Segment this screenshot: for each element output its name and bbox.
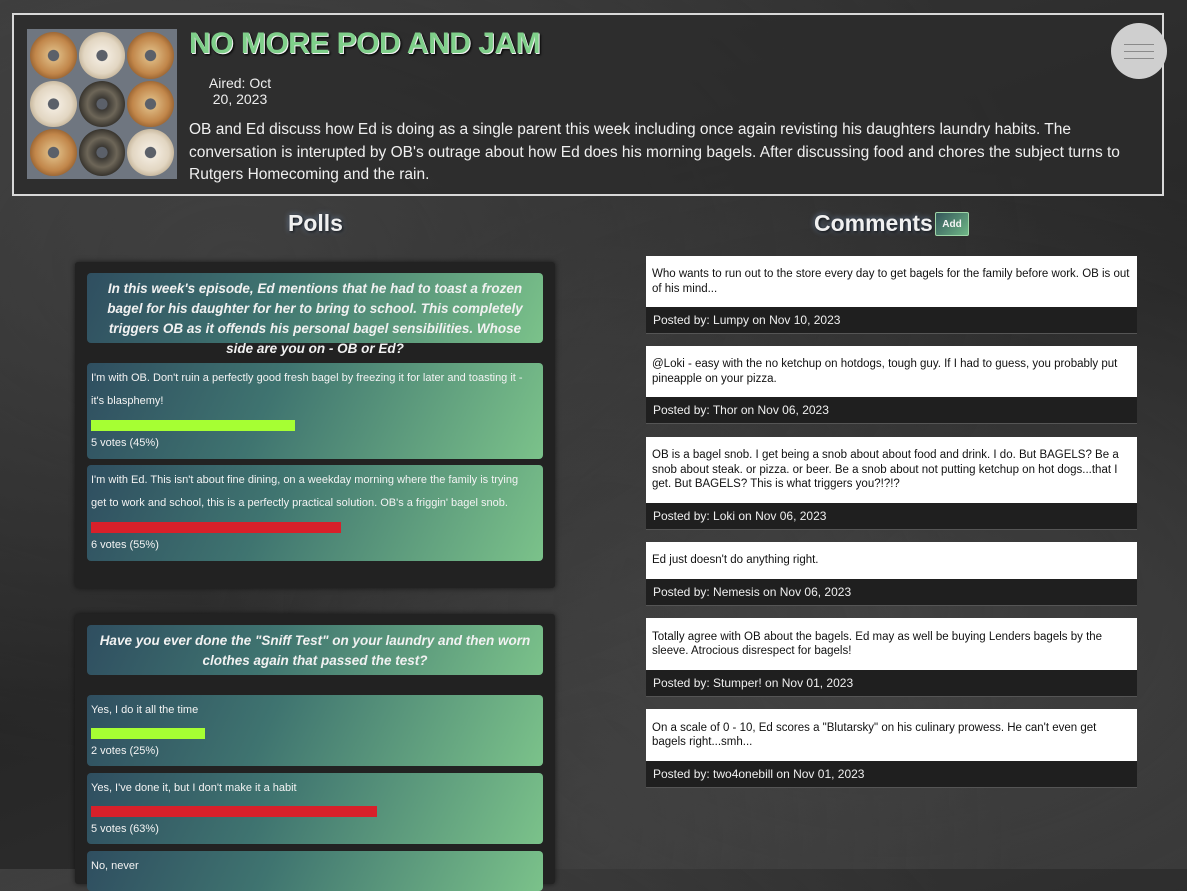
comment-text: Totally agree with OB about the bagels. … [646, 618, 1137, 670]
comment-footer: Posted by: Nemesis on Nov 06, 2023 [646, 579, 1137, 606]
bagel-image [127, 129, 174, 176]
bagel-image [30, 32, 77, 79]
bagel-image [127, 32, 174, 79]
poll-card: In this week's episode, Ed mentions that… [75, 262, 555, 588]
comment-card: OB is a bagel snob. I get being a snob a… [646, 437, 1137, 530]
comment-text: Ed just doesn't do anything right. [646, 542, 1137, 579]
poll-option-text: I'm with OB. Don't ruin a perfectly good… [91, 372, 523, 407]
polls-heading: Polls [288, 210, 343, 236]
comments-heading: Comments [814, 210, 933, 236]
vote-count: 6 votes (55%) [91, 539, 159, 551]
vote-bar [91, 522, 341, 533]
poll-option[interactable]: Yes, I've done it, but I don't make it a… [87, 773, 543, 844]
poll-card: Have you ever done the "Sniff Test" on y… [75, 614, 555, 891]
poll-question: In this week's episode, Ed mentions that… [87, 273, 543, 356]
poll-option-text: I'm with Ed. This isn't about fine dinin… [91, 474, 519, 509]
bagel-image [30, 129, 77, 176]
poll-option[interactable]: I'm with OB. Don't ruin a perfectly good… [87, 363, 543, 459]
comment-footer: Posted by: Loki on Nov 06, 2023 [646, 503, 1137, 530]
menu-line-icon [1124, 57, 1154, 59]
comment-text: OB is a bagel snob. I get being a snob a… [646, 437, 1137, 503]
vote-bar [91, 728, 205, 739]
poll-option[interactable]: I'm with Ed. This isn't about fine dinin… [87, 465, 543, 561]
vote-bar [91, 420, 295, 431]
comment-footer: Posted by: Lumpy on Nov 10, 2023 [646, 307, 1137, 334]
poll-option-text: No, never [91, 860, 139, 872]
comment-text: @Loki - easy with the no ketchup on hotd… [646, 346, 1137, 397]
add-comment-button[interactable]: Add [935, 212, 969, 236]
menu-line-icon [1124, 43, 1154, 45]
vote-count: 5 votes (63%) [91, 823, 159, 835]
vote-count: 5 votes (45%) [91, 437, 159, 449]
comment-card: On a scale of 0 - 10, Ed scores a "Bluta… [646, 709, 1137, 788]
bagel-image [30, 80, 77, 128]
bagel-image [78, 80, 126, 128]
aired-date: Aired: Oct 20, 2023 [208, 75, 272, 107]
poll-option-text: Yes, I do it all the time [91, 704, 199, 716]
episode-thumbnail [27, 29, 177, 179]
poll-option[interactable]: No, never [87, 851, 543, 891]
bagel-image [127, 80, 174, 128]
comment-card: Who wants to run out to the store every … [646, 256, 1137, 334]
comment-footer: Posted by: Stumper! on Nov 01, 2023 [646, 670, 1137, 697]
bagel-image [78, 129, 126, 176]
poll-question: Have you ever done the "Sniff Test" on y… [87, 625, 543, 675]
hamburger-menu-button[interactable] [1111, 23, 1167, 79]
episode-header: NO MORE POD AND JAM Aired: Oct 20, 2023 … [12, 13, 1167, 196]
menu-line-icon [1124, 50, 1154, 52]
comment-card: @Loki - easy with the no ketchup on hotd… [646, 346, 1137, 424]
comment-card: Ed just doesn't do anything right. Poste… [646, 542, 1137, 606]
poll-option[interactable]: Yes, I do it all the time 2 votes (25%) [87, 695, 543, 766]
comment-text: On a scale of 0 - 10, Ed scores a "Bluta… [646, 709, 1137, 761]
bagel-image [78, 32, 126, 79]
episode-title: NO MORE POD AND JAM [189, 27, 541, 60]
vote-bar [91, 806, 377, 817]
comment-footer: Posted by: two4onebill on Nov 01, 2023 [646, 761, 1137, 788]
vote-count: 2 votes (25%) [91, 745, 159, 757]
poll-option-text: Yes, I've done it, but I don't make it a… [91, 782, 297, 794]
comment-footer: Posted by: Thor on Nov 06, 2023 [646, 397, 1137, 424]
episode-description: OB and Ed discuss how Ed is doing as a s… [189, 121, 1120, 183]
comment-card: Totally agree with OB about the bagels. … [646, 618, 1137, 697]
comment-text: Who wants to run out to the store every … [646, 256, 1137, 307]
